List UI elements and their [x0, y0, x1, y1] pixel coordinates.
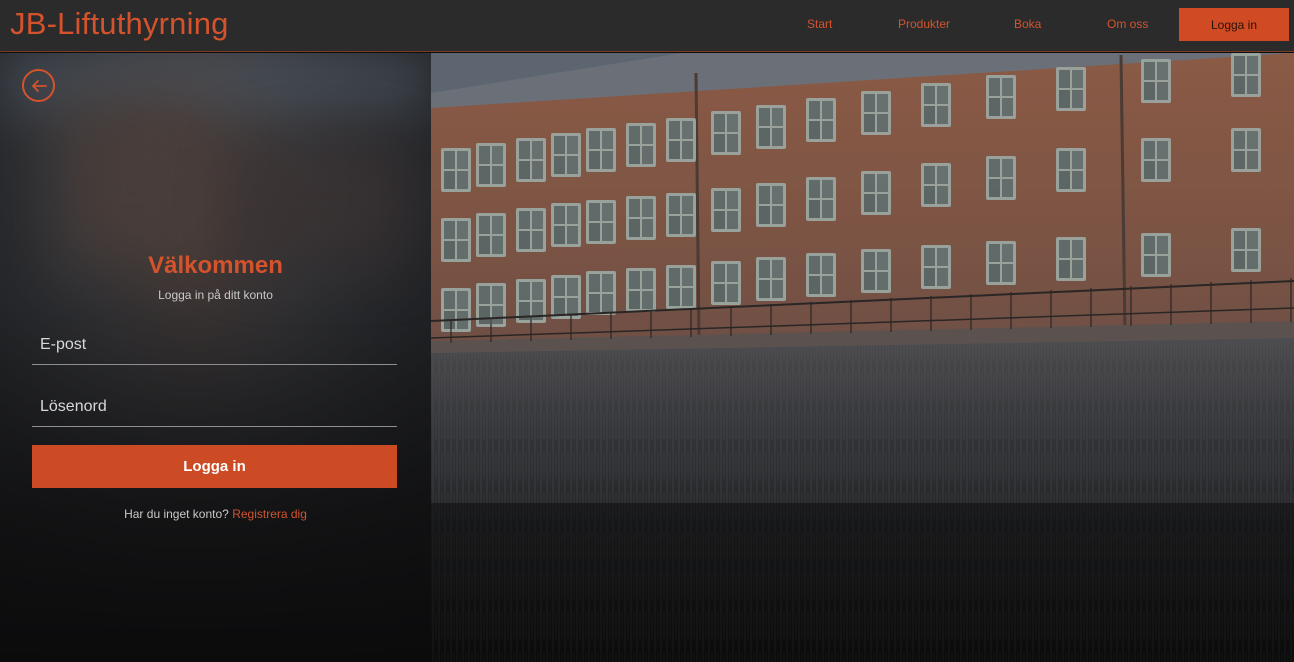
nav-om-oss-link[interactable]: Om oss: [1107, 17, 1148, 31]
password-field[interactable]: [32, 387, 397, 427]
register-prompt-row: Har du inget konto? Registrera dig: [0, 507, 431, 521]
hero-image: [431, 53, 1294, 662]
nav-login-button[interactable]: Logga in: [1179, 8, 1289, 41]
login-panel: Välkommen Logga in på ditt konto Logga i…: [0, 53, 431, 662]
nav-boka-link[interactable]: Boka: [1014, 17, 1041, 31]
login-submit-button[interactable]: Logga in: [32, 445, 397, 488]
email-field[interactable]: [32, 325, 397, 365]
login-subtitle: Logga in på ditt konto: [158, 288, 273, 302]
arrow-left-circle-icon: [31, 79, 47, 92]
welcome-heading: Välkommen: [148, 252, 283, 279]
register-prompt-text: Har du inget konto?: [124, 507, 229, 521]
nav-start-link[interactable]: Start: [807, 17, 832, 31]
top-nav-bar: JB-Liftuthyrning Start Produkter Boka Om…: [0, 0, 1294, 52]
background-blur: [230, 143, 410, 263]
background-blur: [60, 93, 210, 263]
register-link[interactable]: Registrera dig: [232, 507, 307, 521]
nav-produkter-link[interactable]: Produkter: [898, 17, 950, 31]
site-logo[interactable]: JB-Liftuthyrning: [10, 6, 229, 42]
back-button[interactable]: [22, 69, 55, 102]
hero-photo-illustration: [431, 53, 1294, 662]
